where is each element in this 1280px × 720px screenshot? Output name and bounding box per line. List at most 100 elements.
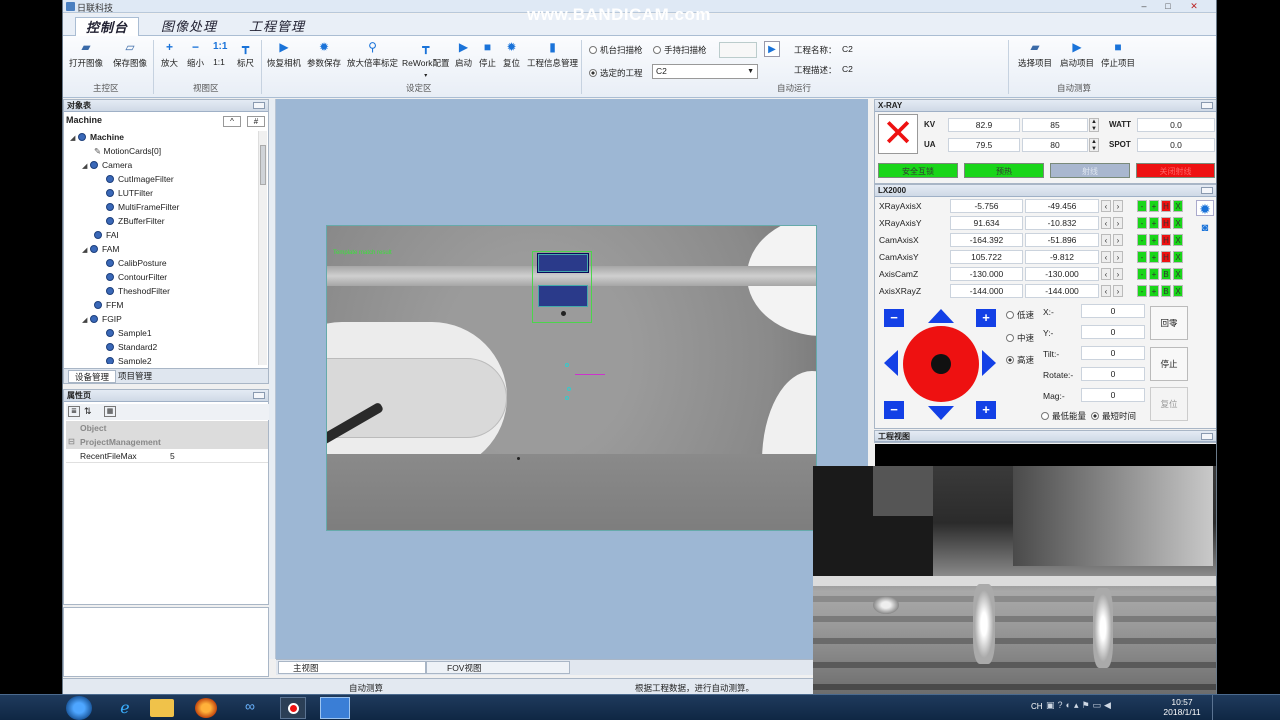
axis-status-led[interactable]: + bbox=[1149, 200, 1159, 212]
min-energy-radio[interactable]: 最低能量 bbox=[1041, 410, 1086, 422]
panel-minimize-button[interactable] bbox=[253, 392, 265, 399]
firefox-icon[interactable] bbox=[195, 698, 217, 718]
speed-high-radio[interactable]: 高速 bbox=[1006, 354, 1034, 366]
min-time-radio[interactable]: 最短时间 bbox=[1091, 410, 1136, 422]
app-taskbar-button[interactable] bbox=[320, 697, 350, 719]
rework-config-button[interactable]: ┳ ReWork配置 ▾ bbox=[402, 41, 450, 79]
z-plus-button[interactable]: + bbox=[976, 309, 996, 327]
tab-project-management[interactable]: 工程管理 bbox=[239, 17, 315, 36]
tree-node[interactable]: ◢ Machine bbox=[70, 131, 124, 144]
tree-node[interactable]: ✎ MotionCards[0] bbox=[94, 145, 161, 158]
tree-node[interactable]: FFM bbox=[94, 299, 123, 312]
tab-console[interactable]: 控制台 bbox=[75, 17, 140, 36]
axis-status-led[interactable]: X bbox=[1173, 234, 1183, 246]
z-minus-button[interactable]: − bbox=[884, 309, 904, 327]
axis-status-led[interactable]: B bbox=[1161, 268, 1171, 280]
panel-minimize-button[interactable] bbox=[253, 102, 265, 109]
arrow-left-icon[interactable] bbox=[884, 350, 898, 376]
project-select[interactable]: C2 ▼ bbox=[652, 64, 758, 79]
speed-mid-radio[interactable]: 中速 bbox=[1006, 332, 1034, 344]
stop-button[interactable]: ■ 停止 bbox=[479, 41, 496, 69]
axis-status-led[interactable]: + bbox=[1149, 268, 1159, 280]
tree-node[interactable]: ZBufferFilter bbox=[106, 215, 165, 228]
image-canvas[interactable]: Template match result bbox=[276, 99, 868, 660]
axis-status-led[interactable]: X bbox=[1173, 251, 1183, 263]
axis-status-led[interactable]: X bbox=[1173, 285, 1183, 297]
select-project-button[interactable]: ▰ 选择项目 bbox=[1018, 41, 1052, 69]
selected-project-radio[interactable]: 选定的工程 bbox=[589, 67, 643, 79]
ua-spinner[interactable]: ▲ ▼ bbox=[1089, 138, 1099, 152]
folder-icon[interactable] bbox=[150, 699, 174, 717]
xray-image[interactable]: Template match result bbox=[326, 225, 817, 531]
axis-status-led[interactable]: H bbox=[1161, 200, 1171, 212]
tree-node[interactable]: ◢ Camera bbox=[82, 159, 132, 172]
axis-status-led[interactable]: B bbox=[1161, 285, 1171, 297]
axis-dec-button[interactable]: ‹ bbox=[1101, 251, 1111, 263]
axis-status-led[interactable]: + bbox=[1149, 217, 1159, 229]
tree-node[interactable]: ◢ FAM bbox=[82, 243, 119, 256]
zoom-in-button[interactable]: + 放大 bbox=[161, 41, 178, 69]
axis-inc-button[interactable]: › bbox=[1113, 268, 1123, 280]
axis-dec-button[interactable]: ‹ bbox=[1101, 268, 1111, 280]
coord-value[interactable]: 0 bbox=[1081, 367, 1145, 381]
coord-value[interactable]: 0 bbox=[1081, 304, 1145, 318]
axis-status-led[interactable]: - bbox=[1137, 285, 1147, 297]
maximize-button[interactable]: □ bbox=[1163, 1, 1173, 11]
tab-project-management-left[interactable]: 项目管理 bbox=[114, 370, 156, 383]
axis-status-led[interactable]: - bbox=[1137, 234, 1147, 246]
clock[interactable]: 10:57 2018/1/11 bbox=[1160, 697, 1204, 717]
tree-node[interactable]: CalibPosture bbox=[106, 257, 167, 270]
show-desktop-button[interactable] bbox=[1212, 695, 1222, 720]
category-project-management[interactable]: ⊟ ProjectManagement bbox=[66, 435, 268, 449]
tab-device-management[interactable]: 设备管理 bbox=[68, 370, 117, 383]
axis-status-led[interactable]: X bbox=[1173, 200, 1183, 212]
language-indicator[interactable]: CH bbox=[1031, 702, 1043, 711]
ray-off-button[interactable]: 关闭射线 bbox=[1136, 163, 1215, 178]
tree-node[interactable]: Sample2 bbox=[106, 355, 152, 364]
axis-inc-button[interactable]: › bbox=[1113, 200, 1123, 212]
r-minus-button[interactable]: − bbox=[884, 401, 904, 419]
hand-scanner-radio[interactable]: 手持扫描枪 bbox=[653, 44, 707, 56]
axis-status-led[interactable]: X bbox=[1173, 268, 1183, 280]
sort-button[interactable]: # bbox=[247, 116, 265, 127]
axis-status-led[interactable]: - bbox=[1137, 217, 1147, 229]
tree-scrollbar[interactable] bbox=[258, 131, 267, 365]
panel-minimize-button[interactable] bbox=[1201, 187, 1213, 194]
speed-low-radio[interactable]: 低速 bbox=[1006, 309, 1034, 321]
tree-node[interactable]: CutImageFilter bbox=[106, 173, 174, 186]
gear-icon[interactable]: ✹ bbox=[1196, 200, 1214, 217]
axis-inc-button[interactable]: › bbox=[1113, 285, 1123, 297]
start-button[interactable]: ▶ 启动 bbox=[455, 41, 472, 69]
magnify-calibrate-button[interactable]: ⚲ 放大倍率标定 bbox=[347, 41, 398, 69]
axis-status-led[interactable]: - bbox=[1137, 251, 1147, 263]
axis-target[interactable]: -130.000 bbox=[1025, 267, 1099, 281]
axis-dec-button[interactable]: ‹ bbox=[1101, 285, 1111, 297]
tab-fov-view[interactable]: FOV视图 bbox=[426, 661, 570, 674]
axis-status-led[interactable]: H bbox=[1161, 234, 1171, 246]
tray-icons[interactable]: ▣?◐▴⚑▭◀ bbox=[1046, 700, 1114, 711]
tab-image-processing[interactable]: 图像处理 bbox=[151, 17, 227, 36]
ruler-button[interactable]: ┳ 标尺 bbox=[237, 41, 254, 69]
open-image-button[interactable]: ▰ 打开图像 bbox=[69, 41, 103, 69]
collapse-button[interactable]: ^ bbox=[223, 116, 241, 127]
axis-status-led[interactable]: X bbox=[1173, 217, 1183, 229]
close-button[interactable]: ✕ bbox=[1189, 1, 1199, 11]
scan-input[interactable] bbox=[719, 42, 757, 58]
stop-project-button[interactable]: ■ 停止项目 bbox=[1101, 41, 1135, 69]
splitter[interactable] bbox=[269, 99, 276, 659]
coord-value[interactable]: 0 bbox=[1081, 346, 1145, 360]
axis-status-led[interactable]: H bbox=[1161, 217, 1171, 229]
minimize-button[interactable]: – bbox=[1139, 1, 1149, 11]
start-project-button[interactable]: ▶ 启动项目 bbox=[1060, 41, 1094, 69]
start-button[interactable] bbox=[66, 696, 92, 720]
app-icon[interactable]: ∞ bbox=[238, 698, 262, 718]
axis-status-led[interactable]: + bbox=[1149, 251, 1159, 263]
axis-status-led[interactable]: - bbox=[1137, 200, 1147, 212]
preheat-button[interactable]: 预热 bbox=[964, 163, 1044, 178]
axis-status-led[interactable]: - bbox=[1137, 268, 1147, 280]
reset-motion-button[interactable]: 复位 bbox=[1150, 387, 1188, 421]
arrow-right-icon[interactable] bbox=[982, 350, 996, 376]
panel-minimize-button[interactable] bbox=[1201, 102, 1213, 109]
reset-button[interactable]: ✹ 复位 bbox=[503, 41, 520, 69]
axis-target[interactable]: -144.000 bbox=[1025, 284, 1099, 298]
